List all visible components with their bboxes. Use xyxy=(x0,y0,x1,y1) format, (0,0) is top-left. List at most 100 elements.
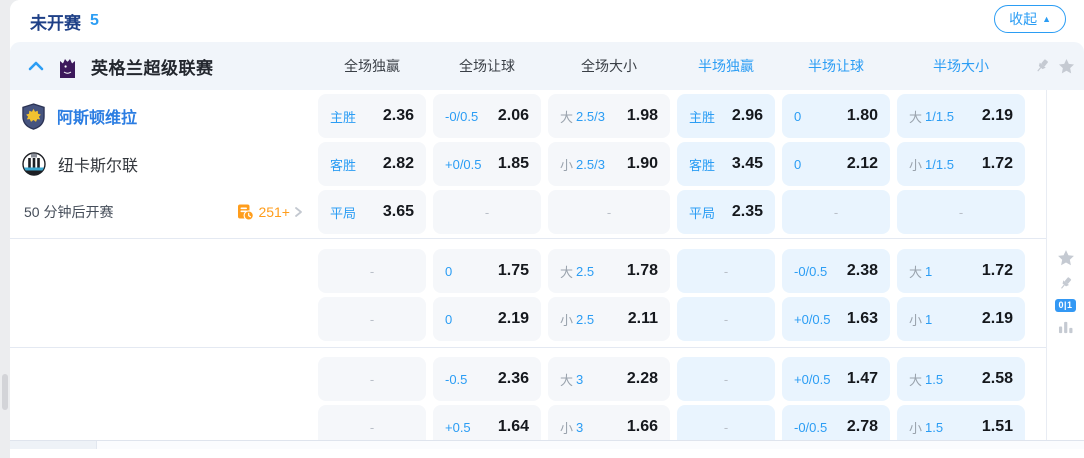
odds-cell[interactable]: 小1/1.51.72 xyxy=(897,142,1025,186)
column-header-full-overunder: 全场大小 xyxy=(548,56,670,76)
odds-cell-empty: - xyxy=(318,357,426,401)
odds-cell[interactable]: 平局2.35 xyxy=(677,190,775,234)
odds-cell[interactable]: 平局3.65 xyxy=(318,190,426,234)
collapse-button[interactable]: 收起 ▲ xyxy=(994,5,1066,33)
odds-cell[interactable]: 客胜2.82 xyxy=(318,142,426,186)
odds-cell[interactable]: +0/0.5 1.85 xyxy=(433,142,541,186)
odds-value: 1.75 xyxy=(498,262,529,280)
collapse-button-label: 收起 xyxy=(1009,9,1037,29)
odds-cell[interactable]: -0/0.52.38 xyxy=(782,249,890,293)
odds-block: 阿斯顿维拉 主胜2.36-0/0.52.06大2.5/31.98主胜2.9601… xyxy=(10,94,1046,234)
chevron-up-icon[interactable] xyxy=(28,60,44,72)
match-info-slot xyxy=(10,249,311,293)
scrollbar-thumb[interactable] xyxy=(2,374,8,410)
home-team-crest-icon xyxy=(22,103,45,130)
selection-label: 0 xyxy=(794,157,801,172)
match-info-slot: 纽卡斯尔联 xyxy=(10,142,311,186)
league-header: 英格兰超级联赛 全场独赢 全场让球 全场大小 半场独赢 半场让球 半场大小 xyxy=(10,42,1084,90)
over-under-prefix: 大 xyxy=(560,107,573,126)
odds-cell[interactable]: 大2.51.78 xyxy=(548,249,670,293)
selection-label: 0 xyxy=(794,109,801,124)
odds-cell[interactable]: 主胜2.96 xyxy=(677,94,775,138)
selection-label: 平局 xyxy=(330,203,356,222)
over-under-prefix: 大 xyxy=(909,370,922,389)
odds-cell[interactable]: 02.19 xyxy=(433,297,541,341)
selection-label: 1/1.5 xyxy=(925,109,954,124)
more-markets-count: 251+ xyxy=(258,204,290,220)
more-markets-link[interactable]: 251+ xyxy=(236,203,303,221)
odds-row: 50 分钟后开赛 251+ 平局3.65--平局2.35-- xyxy=(10,190,1046,234)
odds-cell-empty: - xyxy=(677,357,775,401)
selection-label: -0/0.5 xyxy=(794,420,827,435)
odds-cell-empty: - xyxy=(677,297,775,341)
odds-value: 2.12 xyxy=(847,155,878,173)
pin-icon[interactable] xyxy=(1033,57,1051,75)
odds-value: 1.63 xyxy=(847,310,878,328)
column-header-half-overunder[interactable]: 半场大小 xyxy=(897,56,1025,76)
home-team-row[interactable]: 阿斯顿维拉 xyxy=(10,103,311,130)
home-team-name: 阿斯顿维拉 xyxy=(57,104,137,128)
selection-label: +0/0.5 xyxy=(794,312,831,327)
empty-dash: - xyxy=(834,205,838,220)
chevron-right-icon xyxy=(294,206,303,218)
odds-row: 阿斯顿维拉 主胜2.36-0/0.52.06大2.5/31.98主胜2.9601… xyxy=(10,94,1046,138)
odds-cell[interactable]: 小12.19 xyxy=(897,297,1025,341)
odds-cell-empty: - xyxy=(677,249,775,293)
away-team-name: 纽卡斯尔联 xyxy=(58,152,138,176)
stats-bar-chart-icon[interactable] xyxy=(1058,319,1074,334)
odds-value: 1.90 xyxy=(627,155,658,173)
odds-cell[interactable]: +0/0.5 1.63 xyxy=(782,297,890,341)
odds-value: 2.35 xyxy=(732,203,763,221)
odds-cell[interactable]: 客胜3.45 xyxy=(677,142,775,186)
odds-cell[interactable]: +0/0.51.47 xyxy=(782,357,890,401)
market-column-headers: 全场独赢 全场让球 全场大小 半场独赢 半场让球 半场大小 xyxy=(318,42,1025,90)
empty-dash: - xyxy=(724,312,728,327)
over-under-prefix: 大 xyxy=(560,262,573,281)
odds-value: 1.85 xyxy=(498,155,529,173)
odds-cell[interactable]: 大1/1.52.19 xyxy=(897,94,1025,138)
selection-label: 0 xyxy=(445,312,452,327)
odds-value: 2.36 xyxy=(498,370,529,388)
start-time-text: 50 分钟后开赛 xyxy=(24,202,113,222)
odds-format-badge[interactable]: 0|1 xyxy=(1055,299,1075,312)
favorite-star-icon[interactable] xyxy=(1056,248,1076,268)
odds-value: 2.06 xyxy=(498,107,529,125)
over-under-prefix: 小 xyxy=(909,418,922,437)
odds-cell[interactable]: 大2.5/31.98 xyxy=(548,94,670,138)
away-team-row[interactable]: 纽卡斯尔联 xyxy=(10,152,311,176)
pin-match-icon[interactable] xyxy=(1057,275,1074,292)
odds-cell[interactable]: -0/0.52.06 xyxy=(433,94,541,138)
odds-cell[interactable]: 02.12 xyxy=(782,142,890,186)
selection-label: 1 xyxy=(925,264,932,279)
odds-cell[interactable]: 主胜 2.36 xyxy=(318,94,426,138)
markets-list-icon xyxy=(236,203,254,221)
empty-dash: - xyxy=(370,312,374,327)
column-header-full-1x2: 全场独赢 xyxy=(318,56,426,76)
odds-cell[interactable]: 大32.28 xyxy=(548,357,670,401)
odds-cell[interactable]: 大11.72 xyxy=(897,249,1025,293)
odds-cell[interactable]: 01.80 xyxy=(782,94,890,138)
away-team-crest-icon xyxy=(22,152,46,176)
odds-value: 2.78 xyxy=(847,418,878,436)
selection-label: 1.5 xyxy=(925,420,943,435)
triangle-up-icon: ▲ xyxy=(1042,15,1051,24)
odds-row: --0.52.36大32.28-+0/0.51.47大1.52.58 xyxy=(10,357,1046,401)
odds-cell[interactable]: 小2.5/31.90 xyxy=(548,142,670,186)
odds-value: 2.36 xyxy=(383,107,414,125)
odds-cell[interactable]: 小2.52.11 xyxy=(548,297,670,341)
odds-block: --0.52.36大32.28-+0/0.51.47大1.52.58-+0.51… xyxy=(10,357,1046,449)
odds-cell[interactable]: 大1.52.58 xyxy=(897,357,1025,401)
odds-cell[interactable]: -0.52.36 xyxy=(433,357,541,401)
column-header-half-handicap[interactable]: 半场让球 xyxy=(782,56,890,76)
odds-cell[interactable]: 01.75 xyxy=(433,249,541,293)
odds-cell-empty: - xyxy=(548,190,670,234)
selection-label: 主胜 xyxy=(330,107,356,126)
selection-label: 2.5/3 xyxy=(576,157,605,172)
selection-label: +0/0.5 xyxy=(445,157,482,172)
empty-dash: - xyxy=(370,264,374,279)
over-under-prefix: 小 xyxy=(560,310,573,329)
selection-label: 2.5 xyxy=(576,264,594,279)
odds-value: 2.19 xyxy=(982,107,1013,125)
column-header-half-1x2[interactable]: 半场独赢 xyxy=(677,56,775,76)
star-icon[interactable] xyxy=(1057,57,1076,76)
